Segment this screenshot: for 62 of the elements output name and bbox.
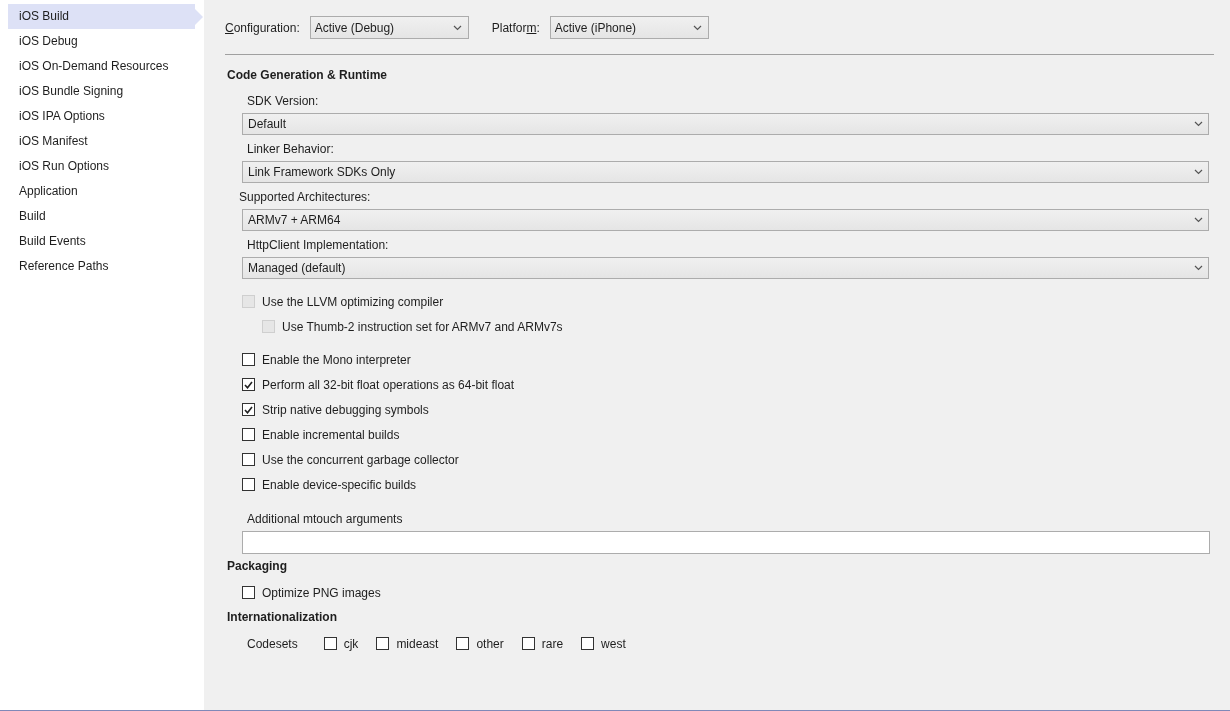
field-label: Additional mtouch arguments xyxy=(246,511,404,528)
checkbox[interactable] xyxy=(242,378,255,391)
sidebar-item[interactable]: iOS Run Options xyxy=(8,154,195,179)
sidebar-item[interactable]: Reference Paths xyxy=(8,254,195,279)
checkbox-label: Enable device-specific builds xyxy=(262,477,417,492)
dropdown[interactable]: Active (iPhone) xyxy=(549,16,709,39)
dropdown[interactable]: Link Framework SDKs Only xyxy=(242,161,1209,183)
sidebar-item[interactable]: iOS Debug xyxy=(8,29,195,54)
field-label: HttpClient Implementation: xyxy=(246,237,390,254)
checkbox-label: cjk xyxy=(343,636,359,651)
field-label: Configuration: xyxy=(225,20,300,35)
section-heading: Packaging xyxy=(226,558,289,575)
checkbox[interactable] xyxy=(323,637,337,650)
sidebar-item[interactable]: iOS Manifest xyxy=(8,129,195,154)
checkbox[interactable] xyxy=(376,637,390,650)
checkbox[interactable] xyxy=(242,353,255,366)
checkbox-label: mideast xyxy=(396,636,439,651)
checkbox[interactable] xyxy=(242,453,255,466)
checkbox-label: Use Thumb-2 instruction set for ARMv7 and ARMv7s xyxy=(282,319,563,334)
dropdown[interactable]: Active (Debug) xyxy=(309,16,469,39)
checkmark-icon xyxy=(244,405,253,414)
checkbox-label: Strip native debugging symbols xyxy=(262,402,429,417)
sidebar-item[interactable]: iOS Bundle Signing xyxy=(8,79,195,104)
input-field[interactable] xyxy=(242,531,1210,554)
dropdown[interactable]: Managed (default) xyxy=(242,257,1209,279)
checkbox[interactable] xyxy=(242,403,255,416)
dropdown[interactable]: Default xyxy=(242,113,1209,135)
section-heading: Code Generation & Runtime xyxy=(226,67,388,84)
checkbox-label: Enable the Mono interpreter xyxy=(262,352,411,367)
checkmark-icon xyxy=(244,380,253,389)
checkbox[interactable] xyxy=(581,637,595,650)
checkbox-label: Perform all 32-bit float operations as 64-bit float xyxy=(262,377,515,392)
checkbox-label: Enable incremental builds xyxy=(262,427,400,442)
checkbox-label: Use the concurrent garbage collector xyxy=(262,452,459,467)
chevron-down-icon xyxy=(1194,217,1203,223)
checkbox[interactable] xyxy=(242,478,255,491)
field-label: Codesets xyxy=(247,636,298,651)
sidebar-item[interactable]: iOS On-Demand Resources xyxy=(8,54,195,79)
checkbox-label: Use the LLVM optimizing compiler xyxy=(262,294,444,309)
field-label: SDK Version: xyxy=(246,93,320,110)
dropdown[interactable]: ARMv7 + ARM64 xyxy=(242,209,1209,231)
checkbox-label: west xyxy=(601,636,626,651)
sidebar-item[interactable]: Application xyxy=(8,179,195,204)
section-heading: Internationalization xyxy=(226,609,338,626)
field-label: Linker Behavior: xyxy=(246,141,335,158)
checkbox[interactable] xyxy=(521,637,535,650)
chevron-down-icon xyxy=(692,24,702,31)
chevron-down-icon xyxy=(1194,121,1203,127)
checkbox[interactable] xyxy=(242,428,255,441)
chevron-down-icon xyxy=(1194,265,1203,271)
chevron-down-icon xyxy=(1194,169,1203,175)
sidebar-item[interactable]: Build Events xyxy=(8,229,195,254)
chevron-down-icon xyxy=(452,24,462,31)
checkbox[interactable] xyxy=(242,586,255,599)
field-label: Platform: xyxy=(491,20,540,35)
field-label: Supported Architectures: xyxy=(238,189,372,206)
checkbox-label: other xyxy=(476,636,504,651)
checkbox-label: rare xyxy=(541,636,564,651)
sidebar-item[interactable]: Build xyxy=(8,204,195,229)
checkbox-label: Optimize PNG images xyxy=(262,585,381,600)
sidebar-item[interactable]: iOS IPA Options xyxy=(8,104,195,129)
checkbox[interactable] xyxy=(456,637,470,650)
